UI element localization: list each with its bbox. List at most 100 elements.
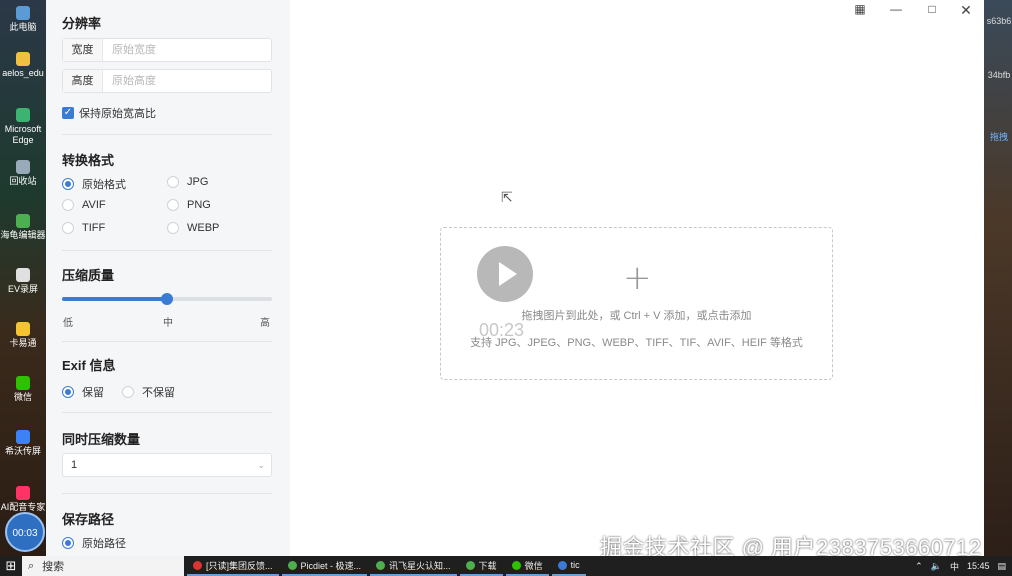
clock[interactable]: 15:45 — [967, 561, 990, 571]
exif-discard-radio[interactable]: 不保留 — [122, 384, 175, 400]
width-input[interactable] — [103, 39, 271, 61]
desktop-icon-label: EV录屏 — [7, 284, 38, 294]
desktop-icon-label: AI配音专家 — [0, 502, 46, 512]
width-field[interactable]: 宽度 — [62, 38, 272, 62]
taskbar-search[interactable]: ⌕ 搜索 — [22, 556, 184, 576]
app-icon — [287, 560, 297, 570]
chevron-down-icon: ⌄ — [257, 460, 265, 470]
radio-selected-icon — [62, 537, 74, 549]
format-radio-avif[interactable]: AVIF — [62, 199, 106, 211]
taskbar-item[interactable]: [只读]集团反馈... — [187, 556, 279, 576]
divider — [62, 412, 272, 413]
resolution-title: 分辨率 — [62, 16, 102, 31]
app-icon — [193, 560, 202, 570]
desktop-icon[interactable]: 希沃传屏 — [0, 430, 46, 457]
app-icon — [16, 322, 30, 336]
format-radio-png[interactable]: PNG — [167, 199, 211, 211]
desktop-icon[interactable]: 海龟编辑器 — [0, 214, 46, 241]
format-option-label: WEBP — [187, 222, 220, 234]
desktop-right — [984, 0, 1012, 556]
format-radio-webp[interactable]: WEBP — [167, 222, 219, 234]
desktop-icon[interactable]: 微信 — [0, 376, 46, 403]
checkmark-icon: ✓ — [62, 107, 74, 119]
desktop-icon[interactable]: 此电脑 — [0, 6, 46, 33]
chevron-up-icon[interactable]: ⌃ — [915, 561, 923, 572]
taskbar-item[interactable]: 讯飞星火认知... — [370, 556, 457, 576]
height-input[interactable] — [103, 70, 271, 92]
desktop-icon[interactable]: Microsoft Edge — [0, 108, 46, 146]
play-icon[interactable] — [477, 246, 533, 302]
volume-icon[interactable]: 🔈 — [931, 561, 942, 572]
format-option-label: AVIF — [82, 199, 106, 211]
desktop-icon-label: aelos_edu — [2, 68, 44, 78]
drop-zone[interactable]: + 拖拽图片到此处，或 Ctrl + V 添加，或点击添加 支持 JPG、JPE… — [440, 227, 833, 380]
main-area: ▦ — □ ✕ ⇱ + 拖拽图片到此处，或 Ctrl + V 添加，或点击添加 … — [290, 0, 984, 556]
format-option-label: PNG — [187, 199, 211, 211]
desktop-right-label: 拖拽 — [989, 132, 1008, 142]
close-icon[interactable]: ✕ — [956, 2, 976, 19]
format-option-label: TIFF — [82, 222, 106, 234]
format-radio-tiff[interactable]: TIFF — [62, 222, 105, 234]
radio-icon — [167, 176, 179, 188]
taskbar-item[interactable]: tic — [551, 556, 586, 576]
concurrency-title: 同时压缩数量 — [62, 432, 141, 447]
minimize-icon[interactable]: — — [886, 2, 906, 16]
desktop-icon[interactable]: 回收站 — [0, 160, 46, 187]
desktop-icon-label: 海龟编辑器 — [0, 230, 46, 240]
height-field[interactable]: 高度 — [62, 69, 272, 93]
desktop-icon[interactable]: aelos_edu — [0, 52, 46, 79]
app-icon — [465, 560, 475, 570]
taskbar-item[interactable]: Picdiet - 极速... — [281, 556, 368, 576]
desktop-icon[interactable]: EV录屏 — [0, 268, 46, 295]
quality-low-label: 低 — [63, 318, 73, 329]
quality-slider[interactable] — [62, 293, 272, 305]
taskbar-item[interactable]: 微信 — [505, 556, 549, 576]
desktop-icon[interactable]: 卡易通 — [0, 322, 46, 349]
system-tray: ⌃ 🔈 中 15:45 ▤ — [907, 560, 1012, 573]
notification-icon[interactable]: ▤ — [997, 561, 1006, 572]
radio-icon — [122, 386, 134, 398]
format-radio-original[interactable]: 原始格式 — [62, 176, 126, 192]
save-path-option-label: 原始路径 — [82, 538, 126, 550]
desktop-icon-label: 微信 — [13, 392, 32, 402]
exif-keep-radio[interactable]: 保留 — [62, 384, 104, 400]
quality-slider-handle[interactable] — [161, 293, 173, 305]
concurrency-select[interactable]: 1 ⌄ — [62, 453, 272, 477]
desktop-right-label: 34bfb — [987, 70, 1011, 80]
keep-ratio-label: 保持原始宽高比 — [79, 108, 156, 120]
format-option-label: JPG — [187, 176, 209, 188]
windows-start-icon[interactable]: ⊞ — [0, 558, 22, 574]
format-radio-jpg[interactable]: JPG — [167, 176, 208, 188]
exif-title: Exif 信息 — [62, 358, 116, 373]
desktop-icon-label: 回收站 — [9, 176, 37, 186]
keep-ratio-checkbox[interactable]: ✓ 保持原始宽高比 — [62, 105, 156, 121]
concurrency-value: 1 — [71, 459, 78, 471]
recorder-badge[interactable]: 00:03 — [5, 512, 45, 552]
format-option-label: 原始格式 — [82, 179, 126, 191]
app-icon — [511, 560, 521, 570]
taskbar-item[interactable]: 下载 — [459, 556, 503, 576]
app-icon — [16, 376, 30, 390]
desktop-icon-label: 此电脑 — [9, 22, 37, 32]
save-path-title: 保存路径 — [62, 512, 115, 527]
desktop-icon-label: 希沃传屏 — [4, 446, 41, 456]
height-label: 高度 — [63, 70, 103, 92]
save-path-original-radio[interactable]: 原始路径 — [62, 535, 126, 551]
search-icon: ⌕ — [28, 559, 35, 572]
exif-discard-label: 不保留 — [142, 387, 175, 399]
radio-icon — [167, 222, 179, 234]
mouse-cursor-icon: ⇱ — [501, 189, 513, 205]
app-icon — [16, 6, 30, 20]
language-icon[interactable]: 中 — [950, 560, 959, 573]
desktop-icon[interactable]: AI配音专家 — [0, 486, 46, 513]
format-title: 转换格式 — [62, 153, 115, 168]
layout-icon[interactable]: ▦ — [850, 2, 870, 16]
quality-high-label: 高 — [260, 318, 270, 329]
taskbar-search-label: 搜索 — [42, 561, 65, 573]
taskbar-item-label: Picdiet - 极速... — [300, 560, 362, 571]
width-label: 宽度 — [63, 39, 103, 61]
radio-icon — [167, 199, 179, 211]
taskbar: ⊞ ⌕ 搜索 [只读]集团反馈... Picdiet - 极速... 讯飞星火认知.… — [0, 556, 1012, 576]
divider — [62, 134, 272, 135]
maximize-icon[interactable]: □ — [922, 2, 942, 16]
